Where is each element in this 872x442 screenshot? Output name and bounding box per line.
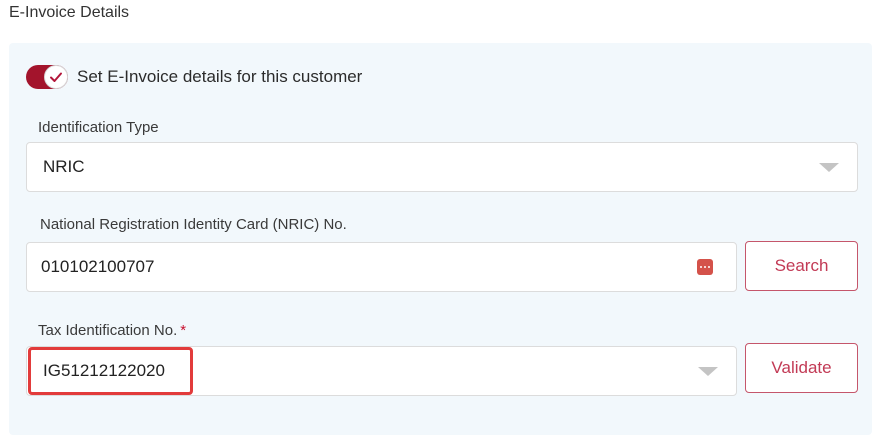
einvoice-toggle[interactable]: [26, 65, 68, 89]
identification-type-select[interactable]: NRIC: [26, 142, 858, 192]
identification-type-value: NRIC: [43, 157, 85, 176]
search-button[interactable]: Search: [745, 241, 858, 291]
identification-type-label: Identification Type: [38, 119, 159, 136]
validate-button[interactable]: Validate: [745, 343, 858, 393]
tin-label: Tax Identification No. *: [38, 322, 186, 339]
toggle-label: Set E-Invoice details for this customer: [77, 67, 363, 86]
nric-value: 010102100707: [41, 257, 155, 276]
checkmark-icon: [44, 65, 68, 89]
tin-value: IG51212122020: [43, 361, 165, 380]
chevron-down-icon: [698, 367, 718, 376]
einvoice-toggle-row: Set E-Invoice details for this customer: [26, 65, 362, 89]
tin-input[interactable]: IG51212122020: [26, 346, 737, 396]
tin-label-text: Tax Identification No.: [38, 322, 178, 339]
password-manager-icon[interactable]: [697, 259, 713, 275]
section-title: E-Invoice Details: [9, 4, 130, 21]
chevron-down-icon: [819, 163, 839, 172]
nric-input[interactable]: 010102100707: [26, 242, 737, 292]
required-mark: *: [180, 322, 187, 339]
nric-label: National Registration Identity Card (NRI…: [40, 216, 347, 233]
